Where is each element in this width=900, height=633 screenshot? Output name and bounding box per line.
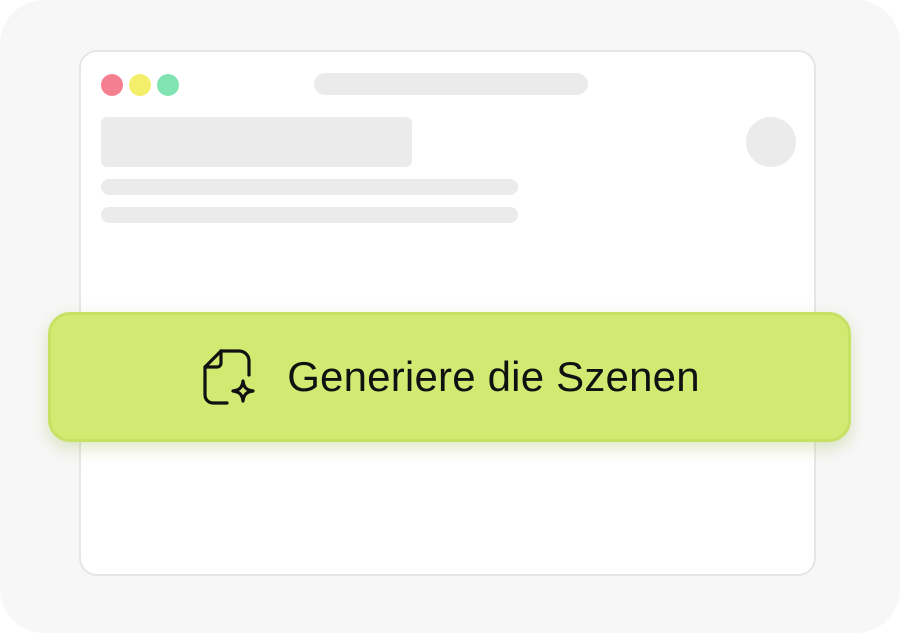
- address-bar-placeholder: [314, 73, 588, 95]
- window-zoom-dot: [157, 74, 179, 96]
- generate-scenes-button[interactable]: Generiere die Szenen: [48, 312, 851, 442]
- text-line-skeleton: [101, 179, 518, 195]
- window-minimize-dot: [129, 74, 151, 96]
- generate-scenes-label: Generiere die Szenen: [287, 353, 700, 400]
- window-close-dot: [101, 74, 123, 96]
- title-skeleton: [101, 117, 412, 167]
- text-line-skeleton: [101, 207, 518, 223]
- sparkle-document-icon: [199, 345, 259, 409]
- avatar-placeholder: [746, 117, 796, 167]
